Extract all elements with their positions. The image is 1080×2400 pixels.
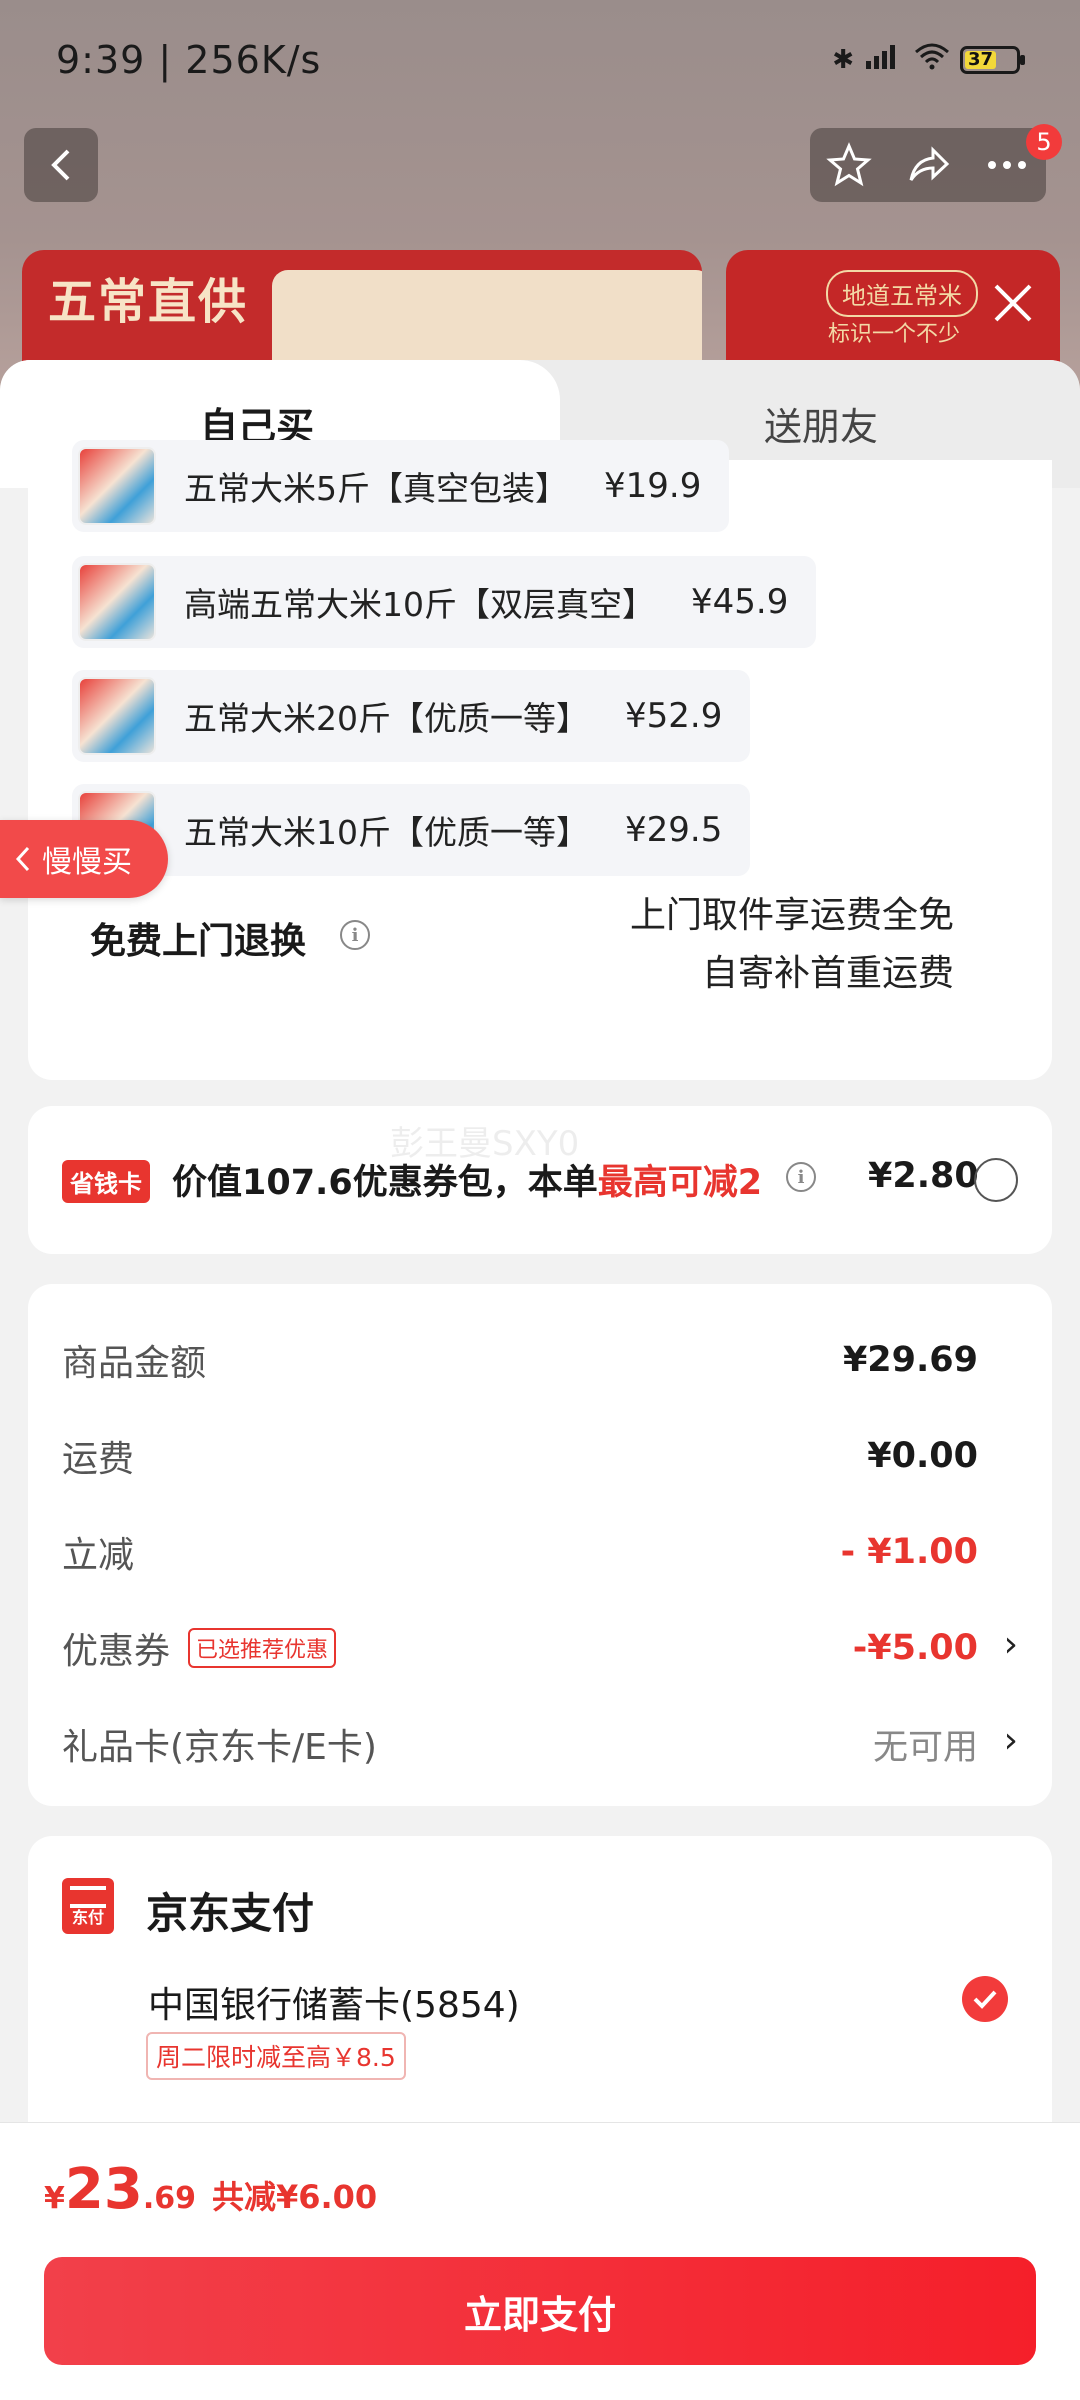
more-icon[interactable] xyxy=(984,142,1030,188)
product-option[interactable]: 高端五常大米10斤【双层真空】 ¥45.9 xyxy=(72,556,817,648)
total-currency: ¥ xyxy=(44,2181,65,2216)
chevron-left-icon xyxy=(15,846,30,872)
close-icon[interactable] xyxy=(988,278,1038,328)
coupon-value: -¥5.00 xyxy=(852,1628,978,1668)
status-icons: ✱ 37 xyxy=(832,42,1025,77)
saver-price: ¥2.80 xyxy=(868,1156,979,1196)
total-saved: 共减¥6.00 xyxy=(211,2178,378,2216)
product-thumbnail xyxy=(78,677,156,755)
total-amount: ¥ 23 .69 共减¥6.00 xyxy=(44,2157,377,2222)
product-name: 五常大米10斤【优质一等】 xyxy=(184,813,589,852)
tab-send-friend-label[interactable]: 送朋友 xyxy=(764,396,878,451)
chevron-right-icon[interactable]: › xyxy=(1004,1720,1018,1761)
jd-pay-logo-text: 东付 xyxy=(71,1908,104,1927)
product-price: ¥19.9 xyxy=(604,466,702,506)
goods-amount-value: ¥29.69 xyxy=(842,1340,978,1380)
shipping-row: 运费 ¥0.00 xyxy=(62,1426,978,1486)
status-bar: 9:39 | 256K/s ✱ 37 xyxy=(0,0,1080,120)
product-name: 五常大米5斤【真空包装】 xyxy=(184,469,568,508)
chevron-left-icon xyxy=(51,149,70,181)
product-option[interactable]: 五常大米10斤【优质一等】 ¥29.5 xyxy=(72,784,751,876)
giftcard-row[interactable]: 礼品卡(京东卡/E卡) 无可用 xyxy=(62,1714,978,1774)
total-decimal: .69 xyxy=(142,2181,196,2216)
giftcard-value: 无可用 xyxy=(872,1727,978,1768)
star-icon[interactable] xyxy=(826,142,873,188)
total-integer: 23 xyxy=(64,2157,143,2222)
status-time: 9:39 | 256K/s xyxy=(56,38,322,82)
info-icon[interactable]: i xyxy=(786,1162,816,1192)
product-price: ¥45.9 xyxy=(691,582,789,622)
selected-check-icon[interactable] xyxy=(962,1976,1008,2022)
notification-badge: 5 xyxy=(1026,124,1062,160)
back-button[interactable] xyxy=(24,128,98,202)
signal-icon xyxy=(864,43,904,76)
free-return-line2: 自寄补首重运费 xyxy=(701,953,954,994)
product-price: ¥52.9 xyxy=(625,696,723,736)
coupon-tag: 已选推荐优惠 xyxy=(188,1628,337,1668)
banner-title: 五常直供 xyxy=(48,274,249,330)
jd-pay-logo: 东付 xyxy=(62,1878,114,1934)
share-icon[interactable] xyxy=(905,142,951,188)
product-thumbnail xyxy=(78,563,156,641)
banner-pill: 地道五常米 xyxy=(826,270,978,317)
payment-title: 京东支付 xyxy=(146,1889,315,1938)
info-icon[interactable]: i xyxy=(340,920,370,950)
bank-card-name[interactable]: 中国银行储蓄卡(5854) xyxy=(148,1976,520,2028)
product-option[interactable]: 五常大米5斤【真空包装】 ¥19.9 xyxy=(72,440,730,532)
bluetooth-icon: ✱ xyxy=(832,44,854,75)
product-thumbnail xyxy=(78,447,156,525)
saver-radio[interactable] xyxy=(974,1158,1018,1202)
coupon-label: 优惠券 xyxy=(62,1631,171,1672)
checkout-sheet: 自己买 送朋友 五常大米5斤【真空包装】 ¥19.9 高端五常大米10斤【双层真… xyxy=(0,360,1080,2400)
free-return-line1: 上门取件享运费全免 xyxy=(629,895,954,936)
banner-sub: 标识一个不少 xyxy=(828,322,961,347)
chevron-right-icon[interactable]: › xyxy=(1004,1624,1018,1665)
slow-buy-tab[interactable]: 慢慢买 xyxy=(0,820,168,898)
bank-promo-tag: 周二限时减至高￥8.5 xyxy=(146,2032,406,2080)
watermark: 彭王曼SXY0 xyxy=(390,1124,580,1164)
product-price: ¥29.5 xyxy=(625,810,723,850)
saver-tag: 省钱卡 xyxy=(62,1160,150,1203)
product-option[interactable]: 五常大米20斤【优质一等】 ¥52.9 xyxy=(72,670,751,762)
discount-row: 立减 - ¥1.00 xyxy=(62,1522,978,1582)
amount-card: 商品金额 ¥29.69 运费 ¥0.00 立减 - ¥1.00 优惠券 已选推荐… xyxy=(28,1284,1052,1806)
goods-amount-row: 商品金额 ¥29.69 xyxy=(62,1330,978,1390)
free-return-title: 免费上门退换 xyxy=(90,921,307,962)
checkout-bar: ¥ 23 .69 共减¥6.00 立即支付 xyxy=(0,2122,1080,2400)
product-name: 高端五常大米10斤【双层真空】 xyxy=(184,585,655,624)
wifi-icon xyxy=(914,42,950,77)
pay-now-button[interactable]: 立即支付 xyxy=(44,2257,1036,2365)
saver-text-highlight: 最高可减2 xyxy=(597,1163,763,1203)
shipping-value: ¥0.00 xyxy=(867,1436,978,1476)
discount-label: 立减 xyxy=(62,1535,135,1576)
product-card: 五常大米5斤【真空包装】 ¥19.9 高端五常大米10斤【双层真空】 ¥45.9… xyxy=(28,440,1052,1080)
battery-icon: 37 xyxy=(960,45,1025,74)
saver-text-main: 价值107.6优惠券包，本单 xyxy=(172,1163,598,1203)
nav-actions xyxy=(810,128,1046,202)
shipping-label: 运费 xyxy=(62,1439,135,1480)
discount-value: - ¥1.00 xyxy=(840,1532,978,1572)
giftcard-label: 礼品卡(京东卡/E卡) xyxy=(62,1727,377,1768)
slow-buy-label: 慢慢买 xyxy=(42,845,132,880)
goods-amount-label: 商品金额 xyxy=(62,1343,207,1384)
coupon-row[interactable]: 优惠券 已选推荐优惠 -¥5.00 xyxy=(62,1618,978,1678)
product-name: 五常大米20斤【优质一等】 xyxy=(184,699,589,738)
